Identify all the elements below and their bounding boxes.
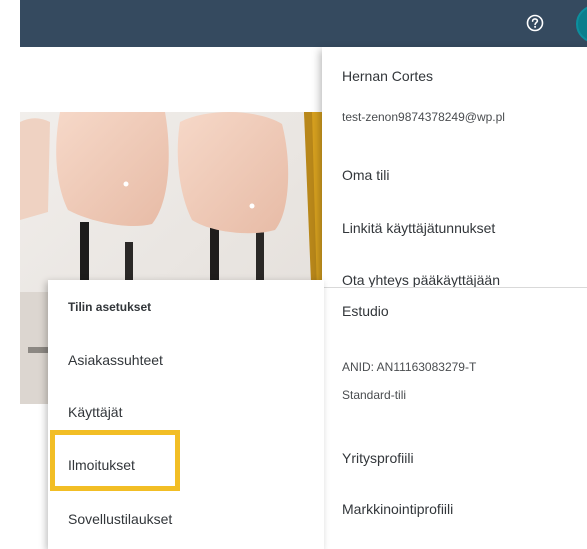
account-settings-menu: Tilin asetukset Asiakassuhteet Käyttäjät… <box>48 280 324 549</box>
shell-bar: HC <box>20 0 587 47</box>
menu-divider <box>322 287 587 288</box>
user-email: test-zenon9874378249@wp.pl <box>342 110 505 124</box>
menu-item-app-subscriptions[interactable]: Sovellustilaukset <box>68 511 172 527</box>
question-circle-icon[interactable] <box>526 14 544 32</box>
menu-item-my-account[interactable]: Oma tili <box>342 167 389 183</box>
company-name: Estudio <box>342 303 389 319</box>
user-menu: Hernan Cortes test-zenon9874378249@wp.pl… <box>322 47 587 549</box>
company-anid: ANID: AN11163083279-T <box>342 360 477 374</box>
menu-item-contact-admin[interactable]: Ota yhteys pääkäyttäjään <box>342 272 500 288</box>
avatar[interactable]: HC <box>576 5 587 43</box>
notifications-highlight <box>50 430 180 491</box>
menu-item-company-profile[interactable]: Yritysprofiili <box>342 450 414 466</box>
menu-item-marketing-profile[interactable]: Markkinointiprofiili <box>342 501 453 517</box>
user-name: Hernan Cortes <box>342 68 434 84</box>
menu-item-link-user-ids[interactable]: Linkitä käyttäjätunnukset <box>342 220 495 236</box>
account-settings-title: Tilin asetukset <box>68 300 152 314</box>
menu-item-users[interactable]: Käyttäjät <box>68 404 122 420</box>
menu-item-customer-relationships[interactable]: Asiakassuhteet <box>68 352 163 368</box>
account-type: Standard-tili <box>342 388 407 402</box>
